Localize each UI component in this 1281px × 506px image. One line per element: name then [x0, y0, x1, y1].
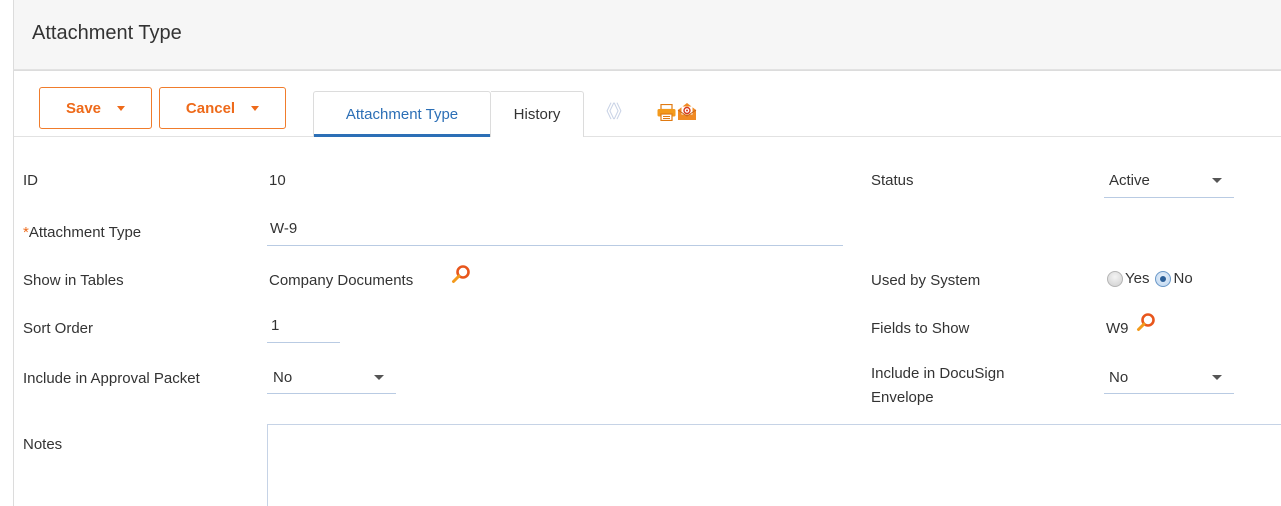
- chevron-down-icon: [251, 105, 260, 111]
- tab-history[interactable]: History: [491, 91, 584, 137]
- status-value: Active: [1109, 172, 1150, 189]
- toolbar-divider: [14, 136, 1281, 137]
- chevron-down-icon: [374, 374, 384, 380]
- used-by-system-radio-group: Yes No: [1107, 270, 1199, 287]
- sort-order-label: Sort Order: [23, 320, 94, 337]
- id-value: 10: [269, 172, 286, 189]
- include-in-docusign-select[interactable]: No: [1104, 361, 1234, 394]
- sort-order-value: 1: [271, 317, 280, 334]
- chevron-down-icon: [1212, 178, 1222, 183]
- include-in-docusign-label-line1: Include in DocuSign: [871, 365, 1005, 382]
- search-icon[interactable]: [1136, 312, 1156, 332]
- include-in-docusign-label-line2: Envelope: [871, 389, 934, 406]
- status-label: Status: [871, 172, 914, 189]
- page-title: Attachment Type: [32, 22, 182, 44]
- show-in-tables-value: Company Documents: [269, 272, 414, 289]
- sort-order-input[interactable]: 1: [267, 310, 340, 343]
- save-button[interactable]: Save: [39, 87, 152, 129]
- attachment-type-label: *Attachment Type: [23, 224, 141, 241]
- used-by-system-label: Used by System: [871, 272, 981, 289]
- title-bar: Attachment Type: [13, 0, 1281, 70]
- search-icon[interactable]: [451, 264, 471, 284]
- fields-to-show-label: Fields to Show: [871, 320, 970, 337]
- save-button-label: Save: [65, 99, 102, 117]
- attachment-type-label-text: Attachment Type: [28, 224, 142, 241]
- id-label: ID: [23, 172, 38, 189]
- status-select[interactable]: Active: [1104, 164, 1234, 198]
- include-in-docusign-value: No: [1109, 368, 1129, 386]
- chevron-down-icon: [117, 105, 126, 111]
- attachment-type-value: W-9: [270, 220, 298, 237]
- used-by-system-no-radio[interactable]: [1155, 270, 1172, 287]
- used-by-system-yes-label[interactable]: Yes: [1125, 270, 1149, 287]
- record-nav-arrows[interactable]: 《》: [597, 98, 631, 124]
- show-in-tables-label: Show in Tables: [23, 272, 124, 289]
- include-in-approval-packet-value: No: [273, 368, 293, 386]
- notes-label: Notes: [23, 436, 63, 453]
- fields-to-show-value: W9: [1106, 320, 1129, 337]
- used-by-system-no-label[interactable]: No: [1173, 270, 1192, 287]
- cancel-button[interactable]: Cancel: [159, 87, 286, 129]
- attachment-type-input[interactable]: W-9: [267, 214, 843, 246]
- used-by-system-yes-radio[interactable]: [1107, 270, 1123, 287]
- include-in-approval-packet-select[interactable]: No: [267, 361, 396, 394]
- cancel-button-label: Cancel: [185, 99, 236, 117]
- notes-textarea[interactable]: [267, 424, 1281, 506]
- include-in-docusign-label: Include in DocuSign Envelope: [871, 362, 1004, 410]
- email-icon[interactable]: [677, 102, 697, 121]
- print-icon[interactable]: [657, 104, 676, 121]
- chevron-down-icon: [1212, 374, 1222, 380]
- include-in-approval-packet-label: Include in Approval Packet: [23, 370, 200, 387]
- tab-attachment-type[interactable]: Attachment Type: [313, 91, 491, 137]
